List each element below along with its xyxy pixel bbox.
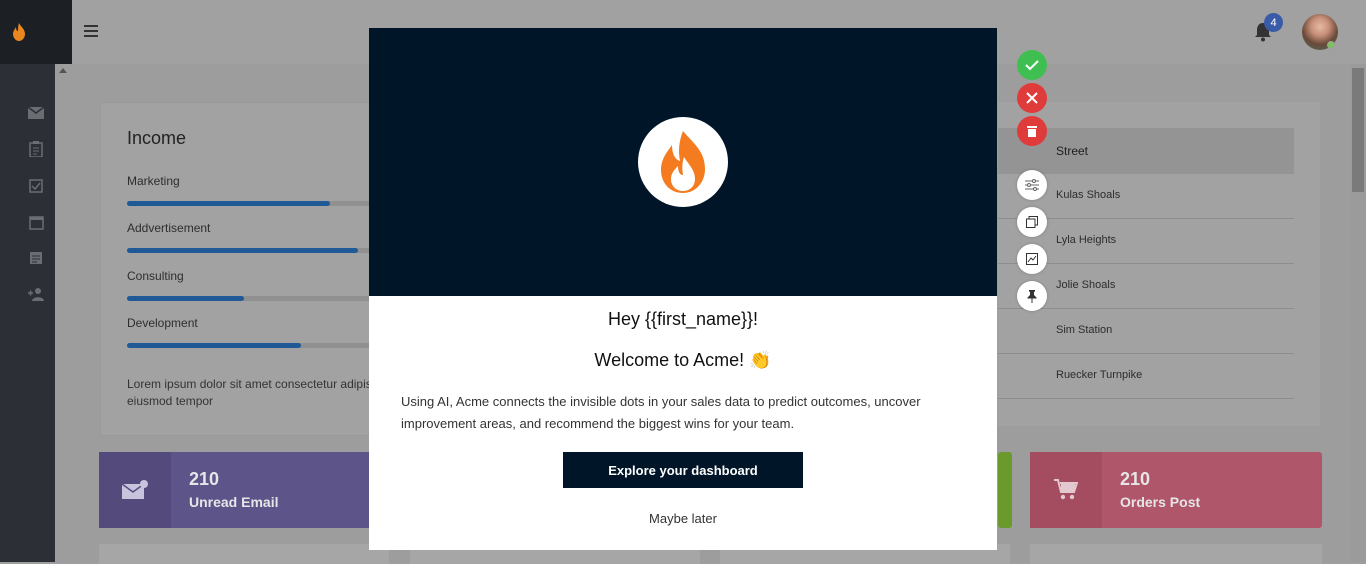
brand-logo — [638, 117, 728, 207]
online-status-dot — [1327, 41, 1335, 49]
trash-icon — [1027, 126, 1037, 137]
sidebar — [0, 0, 55, 562]
income-description: Lorem ipsum dolor sit amet consectetur a… — [127, 377, 372, 408]
progress-fill — [127, 248, 358, 253]
calendar-icon[interactable] — [27, 213, 45, 231]
progress-label: Development — [127, 316, 198, 330]
brand-area[interactable] — [0, 0, 72, 64]
bottom-card — [99, 544, 389, 564]
scrollbar-thumb[interactable] — [1352, 68, 1364, 192]
bottom-card — [1030, 544, 1322, 564]
image-preview-icon — [1026, 253, 1038, 265]
stat-card-green[interactable] — [998, 452, 1012, 528]
explore-dashboard-button[interactable]: Explore your dashboard — [563, 452, 803, 488]
progress-fill — [127, 201, 330, 206]
scroll-up-arrow-icon[interactable] — [59, 68, 67, 73]
progress-fill — [127, 296, 244, 301]
modal-greeting: Hey {{first_name}}! — [607, 309, 759, 329]
add-user-icon[interactable] — [27, 285, 45, 303]
modal-body-text: Using AI, Acme connects the invisible do… — [401, 394, 921, 431]
stat-icon-box — [1030, 452, 1102, 528]
stat-value: 210 — [1120, 469, 1151, 489]
pin-icon — [1027, 289, 1037, 303]
table-cell: Lyla Heights — [1056, 234, 1117, 246]
income-title: Income — [127, 128, 187, 148]
reject-button[interactable] — [1017, 83, 1047, 113]
mail-icon — [122, 480, 148, 499]
notification-badge: 4 — [1264, 13, 1283, 32]
modal-welcome-heading: Welcome to Acme! 👏 — [594, 350, 772, 370]
preview-button[interactable] — [1017, 244, 1047, 274]
progress-label: Consulting — [127, 269, 184, 283]
delete-button[interactable] — [1017, 116, 1047, 146]
stat-icon-box — [99, 452, 171, 528]
check-icon — [1025, 60, 1039, 71]
cart-icon — [1054, 479, 1078, 500]
progress-label: Addvertisement — [127, 221, 211, 235]
table-header-street: Street — [1056, 144, 1089, 158]
table-divider — [998, 398, 1294, 399]
filters-button[interactable] — [1017, 170, 1047, 200]
table-divider — [998, 353, 1294, 354]
table-cell: Kulas Shoals — [1056, 189, 1121, 201]
approve-button[interactable] — [1017, 50, 1047, 80]
table-cell: Jolie Shoals — [1056, 279, 1116, 291]
pin-button[interactable] — [1017, 281, 1047, 311]
copy-icon — [1026, 216, 1038, 228]
document-icon[interactable] — [27, 249, 45, 267]
menu-toggle-icon[interactable] — [84, 25, 98, 37]
stat-label: Orders Post — [1120, 494, 1201, 510]
table-cell: Ruecker Turnpike — [1056, 369, 1143, 381]
stat-label: Unread Email — [189, 494, 279, 510]
table-cell: Sim Station — [1056, 324, 1113, 336]
flame-icon — [661, 131, 705, 193]
progress-label: Marketing — [127, 174, 180, 188]
clipboard-icon[interactable] — [27, 140, 45, 158]
flame-logo-icon — [13, 23, 25, 41]
duplicate-button[interactable] — [1017, 207, 1047, 237]
maybe-later-link[interactable]: Maybe later — [369, 511, 997, 526]
close-icon — [1026, 92, 1038, 104]
stat-value: 210 — [189, 469, 220, 489]
table-divider — [998, 308, 1294, 309]
sliders-icon — [1025, 179, 1039, 191]
checkbox-icon[interactable] — [27, 177, 45, 195]
progress-fill — [127, 343, 301, 348]
mail-icon[interactable] — [27, 104, 45, 122]
